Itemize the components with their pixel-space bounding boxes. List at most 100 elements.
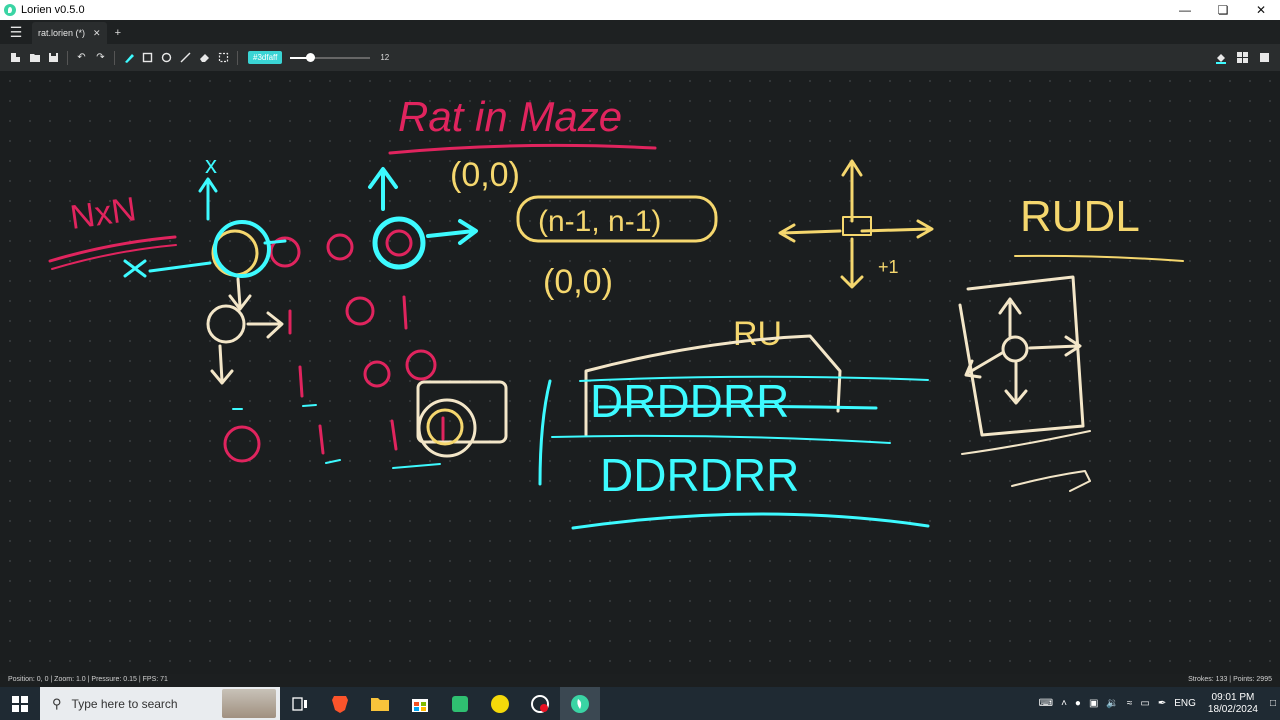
destination-underline (392, 463, 441, 469)
down-arrow (228, 277, 252, 311)
grid-icon[interactable] (1233, 48, 1252, 68)
rudl-underline (1014, 254, 1184, 262)
status-bar: Position: 0, 0 | Zoom: 1.0 | Pressure: 0… (0, 674, 1280, 687)
dir-left (778, 223, 842, 243)
wifi-icon[interactable]: ≈ (1127, 698, 1133, 709)
clock-time: 09:01 PM (1211, 691, 1255, 703)
brush-size-value: 12 (380, 53, 390, 62)
cell-dot (1001, 335, 1029, 363)
tab-label: rat.lorien (*) (38, 28, 86, 38)
cell-circle (345, 296, 375, 326)
tab-rat-lorien[interactable]: rat.lorien (*) ✕ (32, 22, 107, 44)
divider (67, 50, 68, 65)
green-app-icon[interactable] (440, 687, 480, 720)
recorder-icon[interactable] (520, 687, 560, 720)
path2-label: DDRDRR (600, 449, 799, 501)
right-tools (1211, 44, 1274, 71)
undo-icon[interactable]: ↶ (72, 48, 91, 68)
notification-icon[interactable]: □ (1270, 698, 1276, 709)
dir-up (841, 159, 863, 223)
rectangle-icon[interactable] (138, 48, 157, 68)
lorien-app-icon[interactable] (560, 687, 600, 720)
box-down (1004, 361, 1028, 405)
yellow-app-icon[interactable] (480, 687, 520, 720)
menu-icon[interactable]: ☰ (0, 20, 32, 44)
tab-bar: ☰ rat.lorien (*) ✕ + (0, 20, 1280, 44)
window-title: Lorien v0.5.0 (21, 4, 85, 16)
origin-label: (0,0) (450, 156, 520, 194)
taskbar: ⚲ Type here to search ⌨ ˄ ● ▣ 🔉 ≈ ▭ ✒ EN… (0, 687, 1280, 720)
eraser-icon[interactable] (195, 48, 214, 68)
canvas-drawing: Rat in Maze NxN x (0,0) (n-1, n-1) (0,0)… (48, 93, 1184, 530)
circle-icon[interactable] (157, 48, 176, 68)
cell-circle (405, 349, 437, 381)
chevron-up-icon[interactable]: ˄ (1061, 698, 1067, 709)
cell-circle (326, 233, 354, 261)
status-right: Strokes: 133 | Points: 2995 (1188, 676, 1272, 683)
visited-cell (206, 304, 246, 344)
pen-icon[interactable]: ✒ (1158, 698, 1166, 709)
search-placeholder: Type here to search (71, 696, 178, 711)
windows-start-icon[interactable] (0, 687, 40, 720)
brave-browser-icon[interactable] (320, 687, 360, 720)
color-picker-button[interactable]: #3dfaff (248, 51, 283, 64)
bracket (538, 379, 552, 486)
title-bar: Lorien v0.5.0 — ❏ ✕ (0, 0, 1280, 20)
cell-box (958, 275, 1085, 437)
drawing-canvas[interactable]: Rat in Maze NxN x (0,0) (n-1, n-1) (0,0)… (0, 71, 1280, 674)
redo-icon[interactable]: ↷ (91, 48, 110, 68)
cell-one (390, 419, 398, 451)
close-button[interactable]: ✕ (1242, 0, 1280, 20)
language-indicator[interactable]: ENG (1174, 698, 1196, 709)
store-icon[interactable] (400, 687, 440, 720)
taskbar-search[interactable]: ⚲ Type here to search (40, 687, 280, 720)
open-folder-icon[interactable] (25, 48, 44, 68)
keyboard-icon[interactable]: ⌨ (1039, 698, 1053, 709)
status-left: Position: 0, 0 | Zoom: 1.0 | Pressure: 0… (8, 676, 168, 683)
maximize-button[interactable]: ❏ (1204, 0, 1242, 20)
cyan-cell (372, 216, 426, 270)
slider-thumb[interactable] (306, 52, 316, 62)
dir-right (860, 219, 934, 239)
path1-label: DRDDRR (590, 375, 789, 427)
divider (114, 50, 115, 65)
ru-label: RU (733, 315, 782, 353)
selection-icon[interactable] (214, 48, 233, 68)
search-icon: ⚲ (52, 695, 62, 711)
close-tab-icon[interactable]: ✕ (93, 28, 101, 39)
battery-icon[interactable]: ▭ (1140, 698, 1149, 709)
app-logo-icon (4, 4, 16, 16)
toolbar: ↶ ↷ #3dfaff 12 (0, 44, 1280, 71)
fullscreen-icon[interactable] (1255, 48, 1274, 68)
cell-one (402, 295, 408, 330)
right-stub (263, 239, 287, 245)
box-up (998, 297, 1022, 338)
title-text: Rat in Maze (398, 93, 622, 140)
cell-circle (223, 425, 261, 463)
window-controls: — ❏ ✕ (1166, 0, 1280, 20)
clock[interactable]: 09:01 PM 18/02/2024 (1208, 692, 1258, 716)
cell-circle (363, 360, 391, 388)
new-tab-button[interactable]: + (107, 22, 129, 44)
left-arrow (148, 261, 212, 273)
start-highlight (213, 220, 271, 278)
cyan-cell-inner (385, 229, 413, 257)
target-label: (n-1, n-1) (538, 205, 661, 238)
file-explorer-icon[interactable] (360, 687, 400, 720)
brush-size-slider[interactable] (290, 48, 371, 68)
background-color-icon[interactable] (1211, 48, 1230, 68)
cell-one (318, 424, 325, 455)
nxn-underline (48, 235, 177, 263)
save-icon[interactable] (44, 48, 63, 68)
box-right (1028, 335, 1082, 357)
volume-icon[interactable]: 🔉 (1106, 698, 1118, 709)
brush-icon[interactable] (119, 48, 138, 68)
new-file-icon[interactable] (6, 48, 25, 68)
line-icon[interactable] (176, 48, 195, 68)
task-view-icon[interactable] (280, 687, 320, 720)
destination-inner (426, 408, 464, 446)
microphone-icon[interactable]: ● (1075, 698, 1081, 709)
minimize-button[interactable]: — (1166, 0, 1204, 20)
camera-icon[interactable]: ▣ (1089, 698, 1098, 709)
origin-label-2: (0,0) (543, 263, 613, 301)
